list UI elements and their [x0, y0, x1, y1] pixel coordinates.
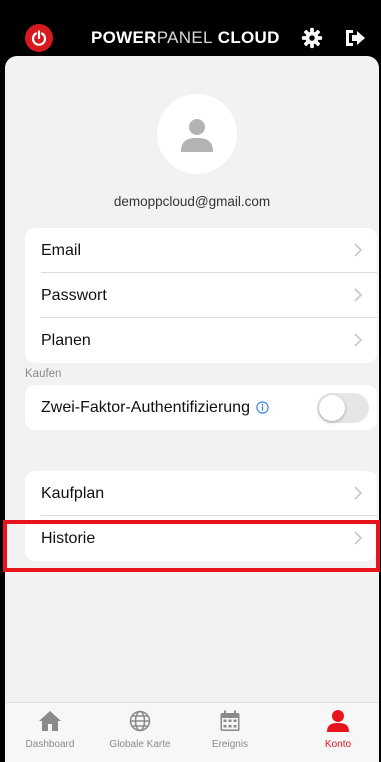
password-row-label: Passwort — [41, 286, 107, 304]
tab-account-label: Konto — [324, 739, 352, 750]
gear-icon[interactable] — [298, 24, 326, 52]
chevron-right-icon — [353, 332, 363, 353]
chevron-right-icon — [353, 242, 363, 263]
bottom-tab-bar: Dashboard Globale Karte Ereignis Konto — [5, 702, 379, 762]
tab-global-map[interactable]: Globale Karte — [95, 703, 185, 762]
two-factor-toggle[interactable] — [317, 393, 369, 423]
account-settings-card: Email Passwort Planen — [25, 228, 377, 363]
two-factor-row: Zwei-Faktor-Authentifizierung — [25, 385, 377, 430]
account-content: demoppcloud@gmail.com Email Passwort Pla — [5, 56, 379, 706]
brand-title: POWERPANEL CLOUD — [91, 28, 280, 48]
home-icon — [38, 709, 62, 733]
chevron-right-icon — [353, 485, 363, 506]
tab-events[interactable]: Ereignis — [185, 703, 275, 762]
password-row[interactable]: Passwort — [25, 273, 377, 318]
info-icon[interactable] — [256, 401, 269, 414]
logout-icon[interactable] — [341, 24, 369, 52]
plan-row[interactable]: Planen — [25, 318, 377, 363]
brand-part-power: POWER — [91, 28, 157, 47]
profile-email: demoppcloud@gmail.com — [113, 194, 271, 209]
device-frame: POWERPANEL CLOUD demoppcloud@gmail.com E… — [0, 0, 381, 762]
email-row-label: Email — [41, 241, 82, 259]
avatar[interactable] — [157, 94, 237, 174]
brand-part-panel: PANEL — [156, 28, 213, 47]
email-row[interactable]: Email — [25, 228, 377, 273]
app-screen: POWERPANEL CLOUD demoppcloud@gmail.com E… — [5, 0, 379, 762]
tab-dashboard[interactable]: Dashboard — [5, 703, 95, 762]
purchase-section-label: Kaufen — [25, 368, 62, 380]
plan-row-label: Planen — [41, 331, 91, 349]
two-factor-label: Zwei-Faktor-Authentifizierung — [41, 398, 250, 416]
power-logo-icon — [25, 24, 53, 52]
user-icon — [326, 709, 350, 733]
tab-global-map-label: Globale Karte — [109, 739, 171, 750]
chevron-right-icon — [353, 287, 363, 308]
brand-part-cloud: CLOUD — [212, 28, 280, 47]
purchase-plan-label: Kaufplan — [41, 484, 105, 502]
tab-dashboard-label: Dashboard — [25, 739, 75, 750]
tab-events-label: Ereignis — [211, 739, 249, 750]
calendar-icon — [219, 709, 241, 733]
globe-icon — [129, 709, 151, 733]
highlight-box — [3, 520, 380, 572]
two-factor-card: Zwei-Faktor-Authentifizierung — [25, 385, 377, 430]
user-avatar-icon — [181, 119, 213, 152]
purchase-plan-row[interactable]: Kaufplan — [25, 471, 377, 516]
toggle-knob — [319, 395, 345, 421]
tab-account[interactable]: Konto — [293, 703, 379, 762]
